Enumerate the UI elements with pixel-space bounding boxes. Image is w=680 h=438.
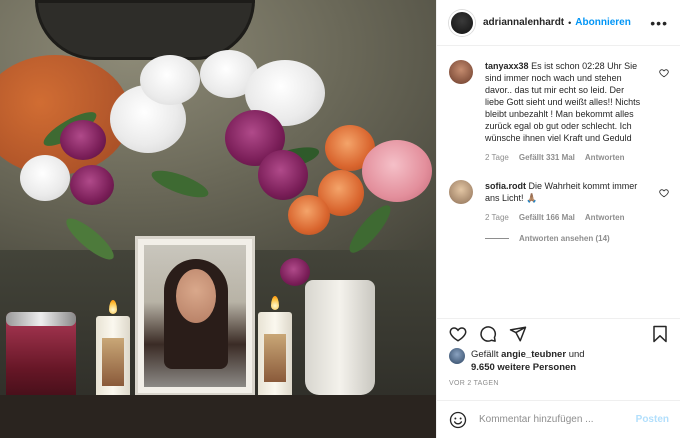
share-icon[interactable] [509, 325, 527, 343]
view-replies[interactable]: Antworten ansehen (14) [485, 234, 680, 243]
sidebar: adriannalenhardt • Abonnieren ••• tanyax… [436, 0, 680, 438]
photo-frame [135, 236, 255, 396]
liker-username[interactable]: angie_teubner [501, 349, 566, 360]
comment: tanyaxx38 Es ist schon 02:28 Uhr Sie sin… [437, 60, 680, 164]
white-rose [20, 155, 70, 201]
author-username[interactable]: adriannalenhardt [483, 17, 564, 28]
purple-flower [70, 165, 114, 205]
replies-line [485, 238, 509, 239]
comment-input[interactable] [479, 414, 629, 425]
author-avatar[interactable] [449, 9, 475, 36]
separator-dot: • [568, 17, 572, 28]
bookmark-icon[interactable] [651, 325, 669, 343]
likes-summary: Gefällt angie_teubner und 9.650 weitere … [449, 348, 585, 374]
candle-picture [264, 334, 286, 382]
emoji-icon[interactable] [449, 411, 467, 429]
vase [305, 280, 375, 395]
comment-likes[interactable]: Gefällt 331 Mal [519, 152, 575, 164]
heart-icon[interactable] [659, 188, 669, 198]
commenter-avatar[interactable] [449, 60, 473, 84]
candle-picture [102, 338, 124, 386]
candle-left [96, 316, 130, 406]
comment-text: Es ist schon 02:28 Uhr Sie sind immer no… [485, 61, 641, 143]
heart-icon[interactable] [449, 325, 467, 343]
add-comment-bar: Posten [437, 400, 680, 438]
post-date[interactable]: VOR 2 TAGEN [449, 380, 499, 387]
candle-flame [271, 296, 279, 310]
post-photo[interactable] [0, 0, 436, 438]
likes-others[interactable]: 9.650 weitere Personen [471, 362, 576, 373]
reply-button[interactable]: Antworten [585, 152, 625, 164]
post-button[interactable]: Posten [636, 414, 669, 425]
commenter-username[interactable]: sofia.rodt [485, 181, 526, 191]
view-replies-label[interactable]: Antworten ansehen (14) [519, 234, 610, 243]
comment-body: sofia.rodt Die Wahrheit kommt immer ans … [485, 180, 645, 224]
comment-age[interactable]: 2 Tage [485, 152, 509, 164]
reply-button[interactable]: Antworten [585, 212, 625, 224]
likes-text: Gefällt angie_teubner und 9.650 weitere … [471, 348, 585, 374]
portrait [144, 245, 246, 387]
comment-icon[interactable] [479, 325, 497, 343]
purple-flower [258, 150, 308, 200]
post-header: adriannalenhardt • Abonnieren ••• [437, 0, 680, 46]
red-candle-glass [6, 312, 76, 407]
purple-flower [280, 258, 310, 286]
comment-likes[interactable]: Gefällt 166 Mal [519, 212, 575, 224]
likes-connector: und [568, 349, 585, 360]
candle-right [258, 312, 292, 402]
pink-flower [362, 140, 432, 202]
more-icon[interactable]: ••• [650, 15, 668, 31]
comment-body: tanyaxx38 Es ist schon 02:28 Uhr Sie sin… [485, 60, 645, 164]
likes-prefix: Gefällt [471, 349, 499, 360]
candle-flame [109, 300, 117, 314]
red-candle-glass-rim [6, 312, 76, 326]
orange-rose [288, 195, 330, 235]
comments-list[interactable]: tanyaxx38 Es ist schon 02:28 Uhr Sie sin… [437, 60, 680, 300]
action-bar [437, 318, 680, 348]
commenter-username[interactable]: tanyaxx38 [485, 61, 529, 71]
liker-avatar[interactable] [449, 348, 465, 364]
table [0, 395, 436, 438]
comment-meta: 2 Tage Gefällt 331 Mal Antworten [485, 152, 645, 164]
portrait-face [176, 269, 216, 323]
comment-meta: 2 Tage Gefällt 166 Mal Antworten [485, 212, 645, 224]
comment: sofia.rodt Die Wahrheit kommt immer ans … [437, 180, 680, 224]
comment-age[interactable]: 2 Tage [485, 212, 509, 224]
follow-button[interactable]: Abonnieren [575, 17, 631, 28]
commenter-avatar[interactable] [449, 180, 473, 204]
purple-flower [60, 120, 106, 160]
heart-icon[interactable] [659, 68, 669, 78]
white-rose [140, 55, 200, 105]
